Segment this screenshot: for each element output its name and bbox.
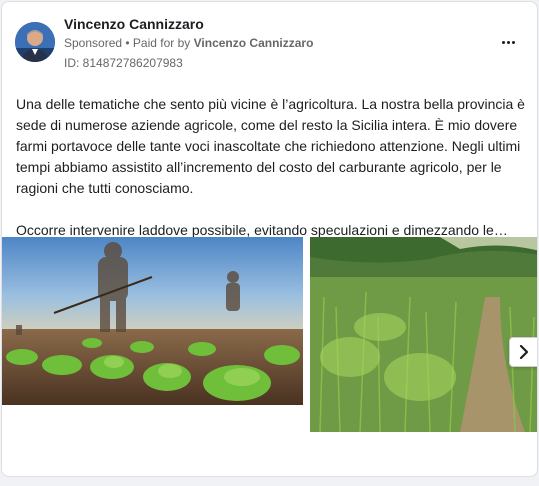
meta-separator: • — [122, 36, 133, 50]
author-name[interactable]: Vincenzo Cannizzaro — [64, 16, 204, 32]
more-options-button[interactable] — [494, 30, 522, 54]
carousel-image-green-field[interactable] — [310, 237, 537, 432]
paid-for-name[interactable]: Vincenzo Cannizzaro — [194, 36, 314, 50]
more-options-icon — [501, 40, 516, 44]
author-avatar[interactable] — [15, 22, 55, 62]
sponsored-label: Sponsored — [64, 36, 123, 50]
ad-post-card: Vincenzo Cannizzaro Sponsored • Paid for… — [1, 1, 538, 477]
paid-for-prefix: Paid for by — [132, 36, 194, 50]
carousel-image-field-workers[interactable] — [2, 237, 303, 405]
sponsored-meta: Sponsored • Paid for by Vincenzo Cannizz… — [64, 36, 313, 50]
chevron-right-icon — [519, 345, 529, 359]
ad-id: ID: 814872786207983 — [64, 56, 183, 70]
post-paragraph: Una delle tematiche che sento più vicine… — [16, 96, 525, 196]
carousel-next-button[interactable] — [509, 337, 537, 367]
